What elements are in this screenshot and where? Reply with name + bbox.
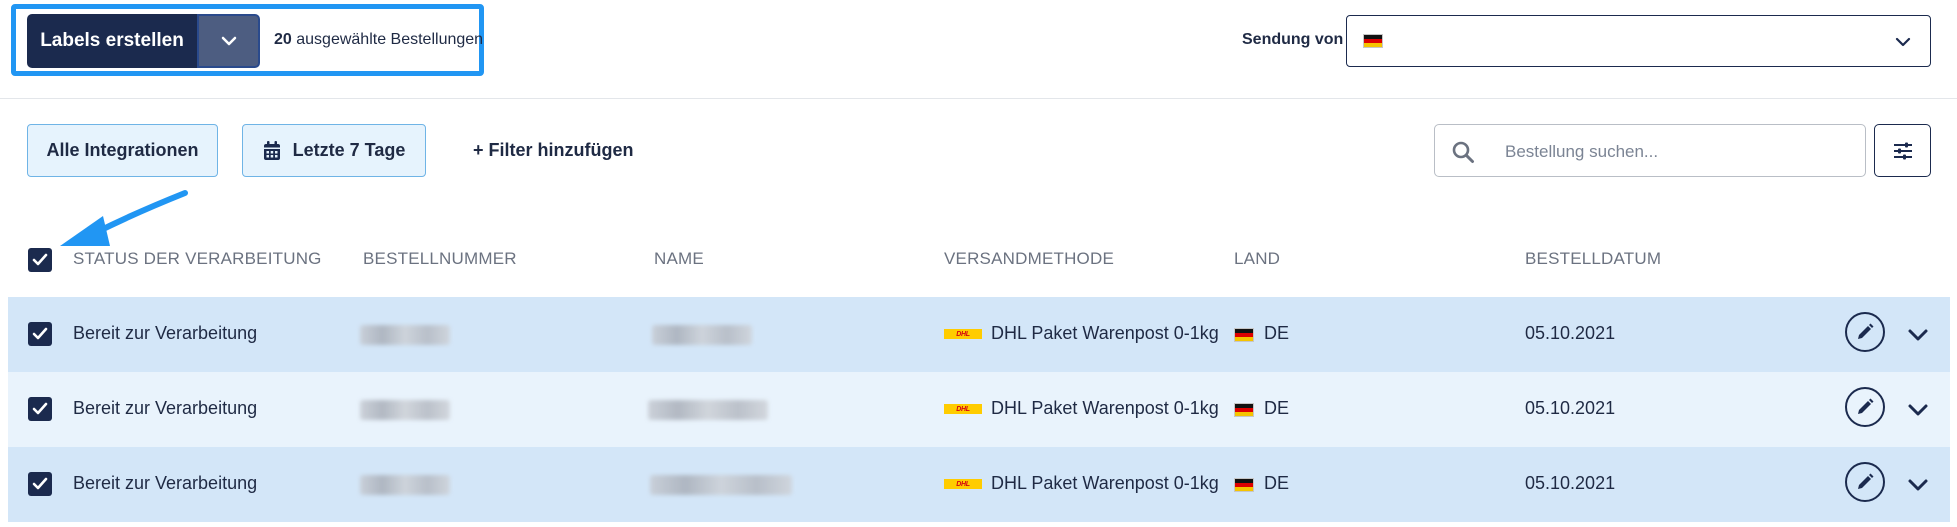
calendar-icon — [263, 140, 280, 160]
redacted-customer-name — [648, 400, 768, 420]
row-shipping-method: DHL Paket Warenpost 0-1kg — [991, 398, 1219, 418]
integrations-filter-label: Alle Integrationen — [46, 140, 199, 160]
sliders-icon — [1893, 142, 1912, 159]
column-settings-button[interactable] — [1874, 124, 1931, 177]
edit-order-button[interactable] — [1845, 387, 1885, 427]
row-checkbox[interactable] — [28, 397, 52, 421]
header-name[interactable]: NAME — [654, 249, 704, 269]
selected-orders-label: ausgewählte Bestellungen — [296, 31, 484, 48]
german-flag-icon — [1363, 34, 1383, 48]
sendung-von-label: Sendung von — [1242, 31, 1344, 48]
header-order-number[interactable]: BESTELLNUMMER — [363, 249, 517, 269]
row-order-date: 05.10.2021 — [1525, 473, 1616, 493]
dhl-logo-icon: DHL — [944, 479, 982, 489]
dhl-logo-icon: DHL — [944, 329, 982, 339]
annotation-arrow-icon — [60, 190, 188, 246]
selected-orders-text: 20 ausgewählte Bestellungen — [274, 31, 483, 49]
row-status: Bereit zur Verarbeitung — [73, 473, 258, 493]
expand-row-chevron-icon[interactable] — [1907, 324, 1929, 346]
order-search-box[interactable] — [1434, 124, 1866, 177]
redacted-order-number — [360, 400, 450, 420]
header-status[interactable]: STATUS DER VERARBEITUNG — [73, 249, 322, 269]
row-order-date: 05.10.2021 — [1525, 398, 1616, 418]
redacted-customer-name — [652, 325, 752, 345]
checkmark-icon — [32, 477, 48, 490]
dhl-logo-icon: DHL — [944, 404, 982, 414]
table-row[interactable]: Bereit zur Verarbeitung DHL DHL Paket Wa… — [8, 372, 1950, 447]
pencil-icon — [1858, 323, 1874, 339]
expand-row-chevron-icon[interactable] — [1907, 474, 1929, 496]
redacted-order-number — [360, 325, 450, 345]
row-country: DE — [1264, 323, 1290, 343]
add-filter-link[interactable]: + Filter hinzufügen — [473, 140, 634, 161]
create-labels-dropdown-button[interactable] — [197, 14, 260, 68]
table-row[interactable]: Bereit zur Verarbeitung DHL DHL Paket Wa… — [8, 297, 1950, 372]
row-status: Bereit zur Verarbeitung — [73, 323, 258, 343]
create-labels-button[interactable]: Labels erstellen — [27, 14, 197, 68]
date-range-filter-label: Letzte 7 Tage — [292, 140, 406, 160]
header-shipping-method[interactable]: VERSANDMETHODE — [944, 249, 1114, 269]
date-range-filter-button[interactable]: Letzte 7 Tage — [242, 124, 426, 177]
top-toolbar: Labels erstellen 20 ausgewählte Bestellu… — [0, 0, 1957, 99]
search-icon — [1452, 141, 1474, 163]
row-status: Bereit zur Verarbeitung — [73, 398, 258, 418]
redacted-customer-name — [650, 475, 792, 495]
row-checkbox[interactable] — [28, 472, 52, 496]
pencil-icon — [1858, 473, 1874, 489]
integrations-filter-button[interactable]: Alle Integrationen — [27, 124, 218, 177]
order-search-input[interactable] — [1503, 137, 1847, 167]
row-country: DE — [1264, 398, 1290, 418]
checkmark-icon — [32, 253, 48, 266]
edit-order-button[interactable] — [1845, 312, 1885, 352]
row-shipping-method: DHL Paket Warenpost 0-1kg — [991, 473, 1219, 493]
checkmark-icon — [32, 402, 48, 415]
checkmark-icon — [32, 327, 48, 340]
header-country[interactable]: LAND — [1234, 249, 1280, 269]
table-row[interactable]: Bereit zur Verarbeitung DHL DHL Paket Wa… — [8, 447, 1950, 522]
edit-order-button[interactable] — [1845, 462, 1885, 502]
sendung-von-select[interactable] — [1346, 15, 1931, 67]
pencil-icon — [1858, 398, 1874, 414]
german-flag-icon — [1234, 403, 1254, 417]
expand-row-chevron-icon[interactable] — [1907, 399, 1929, 421]
select-all-checkbox[interactable] — [28, 248, 52, 272]
row-checkbox[interactable] — [28, 322, 52, 346]
chevron-down-icon — [1895, 37, 1911, 47]
german-flag-icon — [1234, 328, 1254, 342]
german-flag-icon — [1234, 478, 1254, 492]
redacted-order-number — [360, 475, 450, 495]
selected-orders-count: 20 — [274, 31, 292, 48]
chevron-down-icon — [221, 36, 236, 46]
header-order-date[interactable]: BESTELLDATUM — [1525, 249, 1661, 269]
row-country: DE — [1264, 473, 1290, 493]
row-order-date: 05.10.2021 — [1525, 323, 1616, 343]
row-shipping-method: DHL Paket Warenpost 0-1kg — [991, 323, 1219, 343]
